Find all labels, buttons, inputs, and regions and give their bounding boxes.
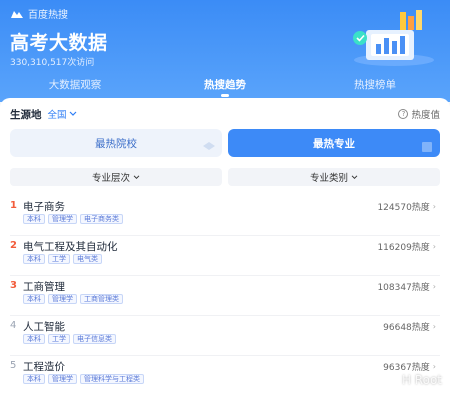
tag: 管理科学与工程类	[80, 374, 144, 384]
tag: 工学	[48, 254, 70, 264]
tag: 管理学	[48, 214, 77, 224]
list-item[interactable]: 5 工程造价 本科 管理学 管理科学与工程类 96367热度 ›	[10, 356, 440, 395]
header: 百度热搜 高考大数据 330,310,517次访问 大数据观察 热搜趋势 热搜榜…	[0, 0, 450, 102]
major-name: 电气工程及其自动化	[23, 241, 118, 253]
school-deco-icon	[203, 142, 215, 150]
major-name: 工商管理	[23, 281, 65, 293]
major-level-label: 专业层次	[91, 173, 130, 184]
heat-text: 96367热度	[383, 363, 430, 373]
rank-number: 2	[10, 240, 17, 251]
tag: 管理学	[48, 374, 77, 384]
list-item[interactable]: 3 工商管理 本科 管理学 工商管理类 108347热度 ›	[10, 276, 440, 316]
tag: 本科	[23, 254, 45, 264]
segment-hottest-schools[interactable]: 最热院校	[10, 129, 222, 157]
tag: 工商管理类	[80, 294, 123, 304]
origin-row: 生源地 全国 ? 热度值	[10, 107, 440, 122]
brand[interactable]: 百度热搜	[10, 6, 68, 21]
list-item[interactable]: 2 电气工程及其自动化 本科 工学 电气类 116209热度 ›	[10, 236, 440, 276]
tab-big-data-observe[interactable]: 大数据观察	[0, 74, 150, 96]
major-name: 工程造价	[23, 361, 65, 373]
major-ranking-list: 1 电子商务 本科 管理学 电子商务类 124570热度 › 2 电气工程及其自…	[0, 196, 450, 395]
heat-text: 108347热度	[377, 283, 430, 293]
chevron-right-icon: ›	[432, 322, 436, 331]
tab-hot-search-list[interactable]: 热搜榜单	[300, 74, 450, 96]
chevron-right-icon: ›	[432, 282, 436, 291]
major-category-filter[interactable]: 专业类别	[228, 168, 440, 186]
heat-text: 124570热度	[377, 203, 430, 213]
brand-name: 百度热搜	[28, 10, 68, 21]
rank-number: 3	[10, 280, 17, 291]
tag: 本科	[23, 214, 45, 224]
chevron-right-icon: ›	[432, 362, 436, 371]
tab-hot-search-trend[interactable]: 热搜趋势	[150, 74, 300, 97]
heat-help[interactable]: ? 热度值	[398, 107, 440, 121]
chevron-right-icon: ›	[432, 242, 436, 251]
origin-selector[interactable]: 全国	[48, 107, 77, 121]
tag-group: 本科 工学 电子信息类	[23, 334, 116, 344]
tag: 本科	[23, 294, 45, 304]
major-name: 人工智能	[23, 321, 65, 333]
segment-hottest-majors-label: 最热专业	[313, 137, 355, 150]
tag-group: 本科 管理学 管理科学与工程类	[23, 374, 144, 384]
wechat-logo-icon	[384, 375, 398, 385]
segment-hottest-majors[interactable]: 最热专业	[228, 129, 440, 157]
chevron-right-icon: ›	[432, 202, 436, 211]
heat-help-label: 热度值	[411, 110, 440, 121]
segment-hottest-schools-label: 最热院校	[95, 137, 137, 150]
baidu-hot-logo-icon	[11, 10, 23, 18]
tab-bar: 大数据观察 热搜趋势 热搜榜单	[0, 74, 450, 97]
visit-count: 330,310,517次访问	[10, 58, 95, 68]
major-name: 电子商务	[23, 201, 65, 213]
segment-control: 最热院校 最热专业	[10, 129, 440, 157]
tag-group: 本科 管理学 工商管理类	[23, 294, 123, 304]
watermark: H Root	[384, 373, 442, 387]
book-deco-icon	[422, 142, 432, 152]
question-icon: ?	[398, 109, 409, 119]
tag: 本科	[23, 334, 45, 344]
heat-text: 96648热度	[383, 323, 430, 333]
major-category-label: 专业类别	[309, 173, 348, 184]
tag: 电子商务类	[80, 214, 123, 224]
filter-bar: 专业层次 专业类别	[10, 168, 440, 186]
heat-value: 96367热度 ›	[383, 360, 436, 373]
tag: 管理学	[48, 294, 77, 304]
list-item[interactable]: 4 人工智能 本科 工学 电子信息类 96648热度 ›	[10, 316, 440, 356]
rank-number: 4	[10, 320, 17, 331]
heat-value: 96648热度 ›	[383, 320, 436, 333]
chevron-down-icon	[351, 174, 358, 179]
watermark-text: H Root	[401, 373, 442, 387]
data-chart-illustration-icon	[353, 10, 434, 66]
content-card: 生源地 全国 ? 热度值 最热院校 最热专业 专业层次 专业类别 1 电子商务 …	[0, 98, 450, 395]
rank-number: 5	[10, 360, 17, 371]
origin-label: 生源地	[10, 108, 42, 121]
tag: 本科	[23, 374, 45, 384]
major-level-filter[interactable]: 专业层次	[10, 168, 222, 186]
heat-text: 116209热度	[377, 243, 430, 253]
tag: 电气类	[73, 254, 102, 264]
heat-value: 108347热度 ›	[377, 280, 436, 293]
tag-group: 本科 管理学 电子商务类	[23, 214, 123, 224]
rank-number: 1	[10, 200, 17, 211]
list-item[interactable]: 1 电子商务 本科 管理学 电子商务类 124570热度 ›	[10, 196, 440, 236]
tag: 工学	[48, 334, 70, 344]
tag: 电子信息类	[73, 334, 116, 344]
heat-value: 124570热度 ›	[377, 200, 436, 213]
origin-value: 全国	[47, 110, 67, 121]
chevron-down-icon	[69, 111, 76, 116]
chevron-down-icon	[133, 174, 140, 179]
tag-group: 本科 工学 电气类	[23, 254, 102, 264]
heat-value: 116209热度 ›	[377, 240, 436, 253]
page-title: 高考大数据	[10, 32, 108, 54]
